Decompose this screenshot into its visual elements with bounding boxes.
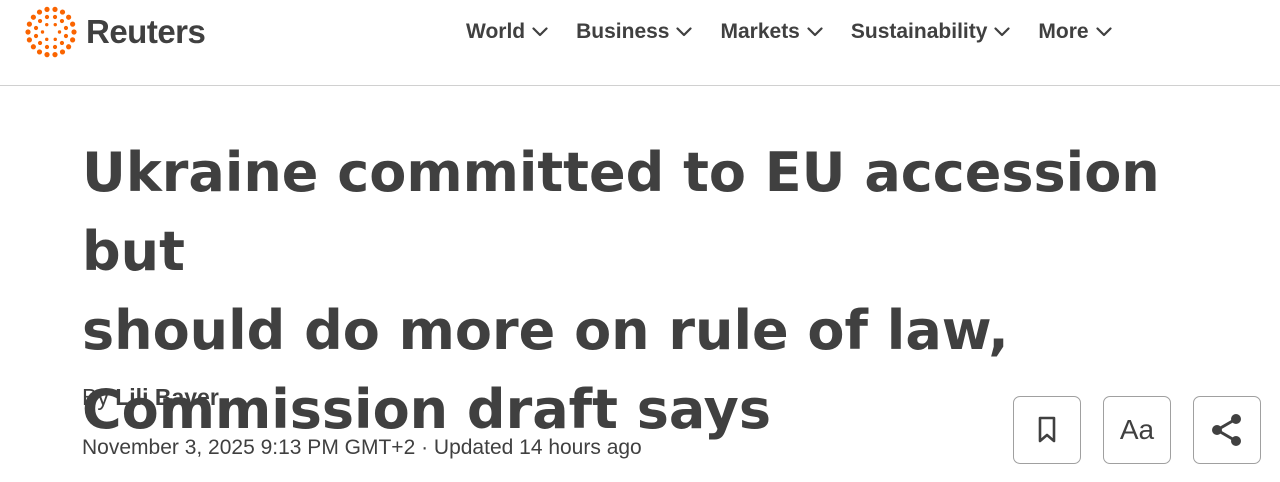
logo-dot [59,18,65,24]
chevron-down-icon [532,27,548,37]
logo-dot [53,37,57,42]
logo-dot [70,21,76,27]
article-dateline: November 3, 2025 9:13 PM GMT+2 · Updated… [82,436,642,459]
nav-item-more[interactable]: More [1038,20,1112,44]
logo-dot [30,14,36,20]
text-size-button[interactable]: Aa [1103,396,1171,464]
logo-dot [44,14,50,20]
logo-dot [53,22,57,27]
byline: By Lili Bayer [82,384,219,411]
nav-item-business[interactable]: Business [576,20,693,44]
nav-item-label: More [1038,20,1089,43]
reuters-logo[interactable]: Reuters [24,5,206,59]
nav-item-label: World [466,20,526,43]
logo-dot [30,44,36,50]
share-icon [1212,414,1241,446]
logo-dot [52,52,58,58]
logo-dot [44,6,50,12]
nav-item-label: Business [576,20,670,43]
share-button[interactable] [1193,396,1261,464]
nav-item-label: Sustainability [850,20,988,43]
chevron-down-icon [676,27,693,37]
logo-dot [36,49,43,55]
chevron-down-icon [1095,27,1112,37]
headline-line: Ukraine committed to EU accession but [82,141,1160,283]
logo-dot [45,22,49,27]
logo-dot [66,14,72,20]
brand-name: Reuters [86,13,206,50]
logo-dot [63,33,69,39]
bookmark-button[interactable] [1013,396,1081,464]
logo-dot [59,40,65,46]
logo-dot [26,37,32,43]
bookmark-icon [1038,416,1056,443]
logo-dot [44,44,50,50]
nav-item-label: Markets [720,20,800,43]
logo-dot [37,18,43,24]
headline-line: should do more on rule of law, [82,299,1009,362]
nav-item-world[interactable]: World [466,20,548,44]
logo-dot [63,25,69,31]
chevron-down-icon [807,27,823,37]
logo-dot [52,6,58,12]
logo-dot [59,49,66,55]
logo-dot [44,52,50,58]
text-size-label: Aa [1119,414,1155,445]
logo-dot [57,30,62,34]
byline-prefix: By [82,384,109,410]
main-nav: World Business Markets Sustainability Mo… [466,0,1140,64]
nav-item-markets[interactable]: Markets [720,20,823,44]
author-link[interactable]: Lili Bayer [115,384,219,410]
nav-item-sustainability[interactable]: Sustainability [851,20,1011,44]
logo-dot [70,37,76,43]
logo-dot [33,33,39,39]
logo-dot [40,30,45,34]
logo-dot [45,37,49,42]
logo-dot [52,14,58,20]
logo-dot [52,44,58,50]
chevron-down-icon [994,27,1011,37]
logo-dot [66,44,72,50]
logo-dot [26,21,32,27]
logo-dot [37,40,43,46]
reuters-dots-logo-icon [25,6,77,58]
logo-dot [33,25,39,31]
logo-dot [59,9,66,15]
article-tools: Aa [1013,396,1261,464]
logo-dot [71,29,77,35]
logo-dot [25,29,31,35]
logo-dot [36,9,43,15]
site-header: Reuters World Business Markets Sustainab… [0,0,1280,86]
